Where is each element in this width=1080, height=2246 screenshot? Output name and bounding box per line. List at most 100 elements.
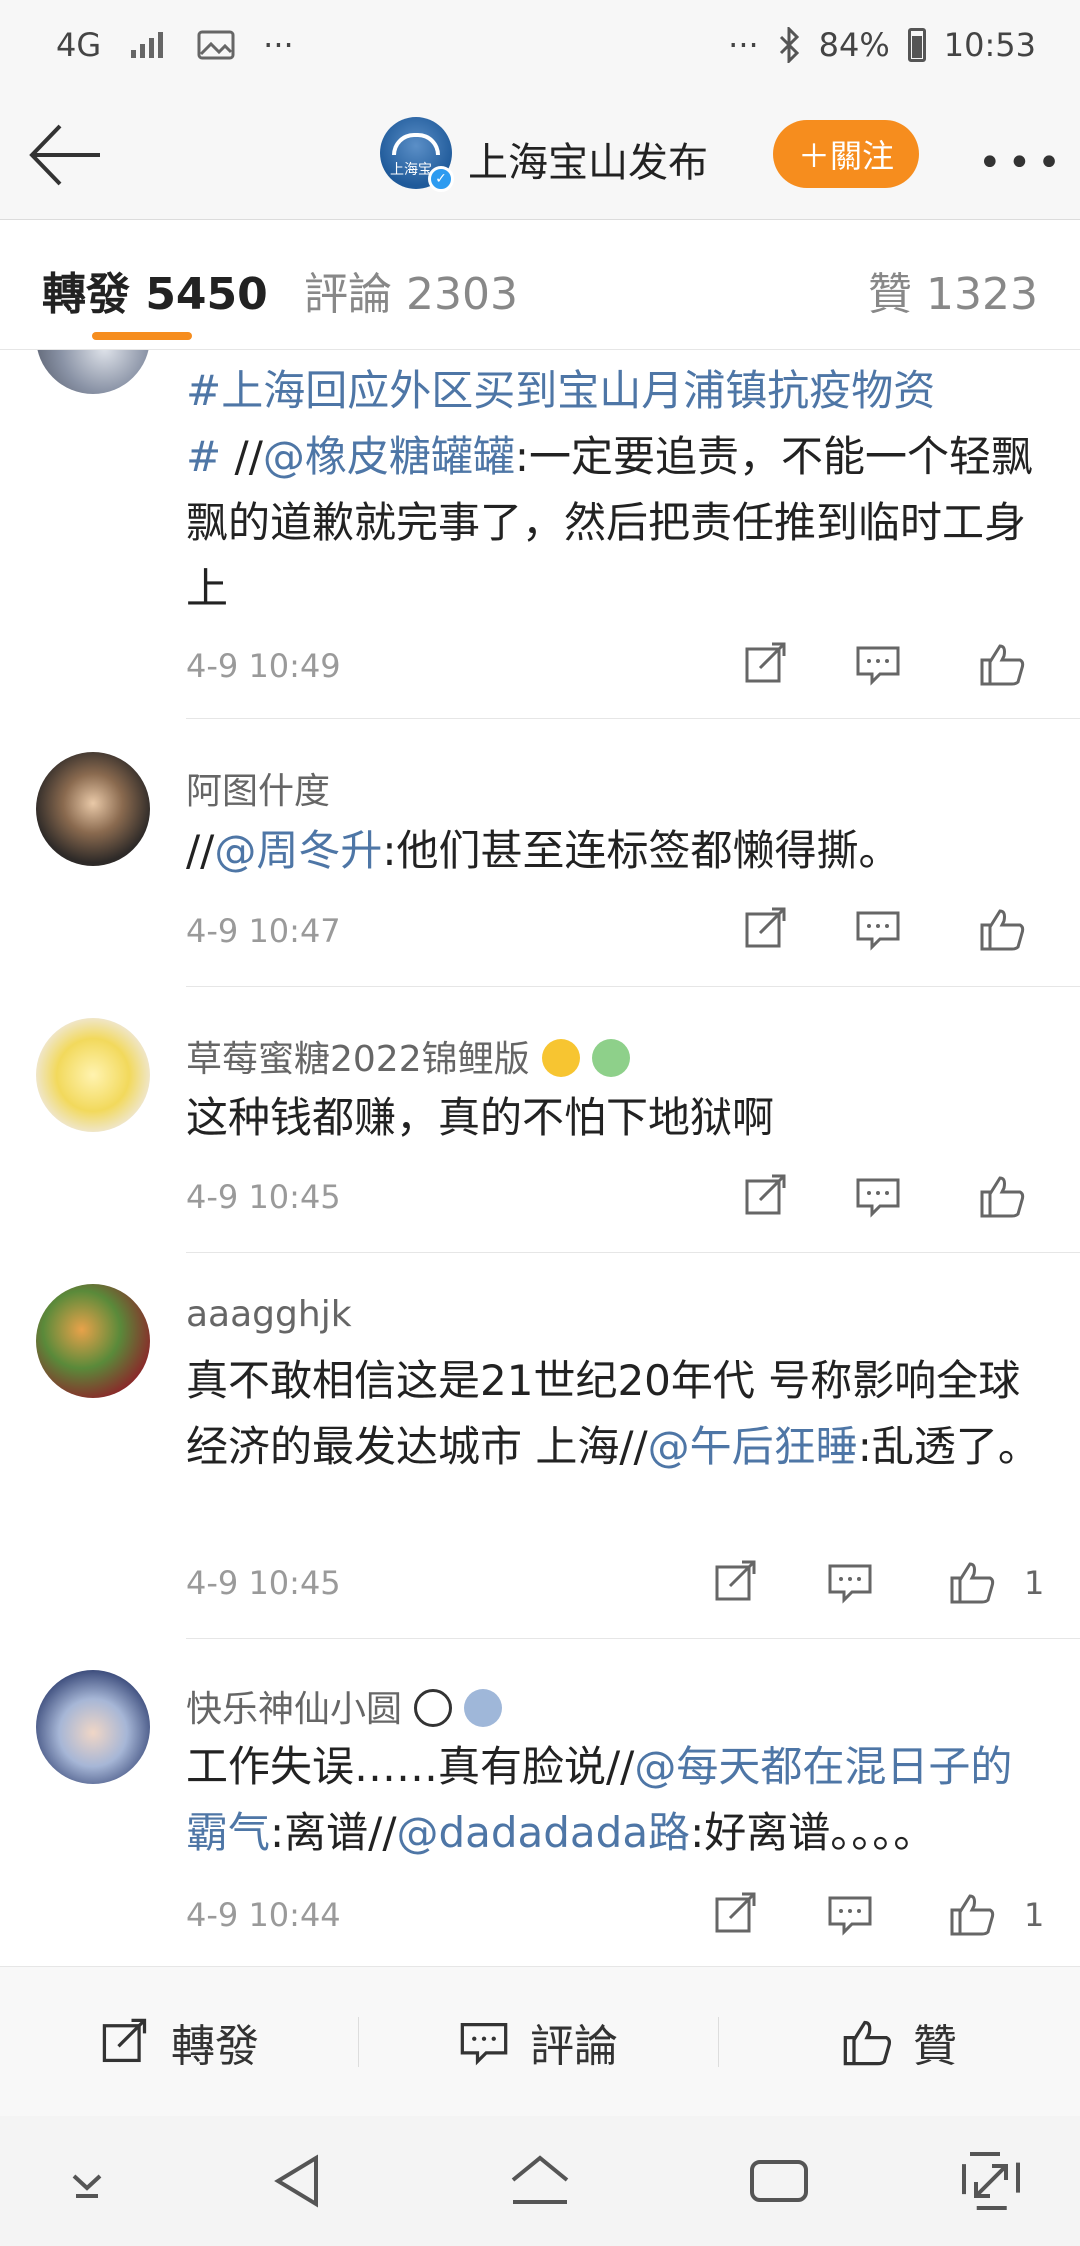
username-text: 快乐神仙小圆 — [186, 1689, 403, 1730]
comment-text-segment: // — [186, 826, 215, 875]
like-icon[interactable] — [978, 905, 1026, 953]
mention-link[interactable]: # — [186, 432, 235, 481]
mention-link[interactable]: @周冬升 — [214, 826, 382, 875]
divider — [186, 718, 1080, 719]
page-title[interactable]: 上海宝山发布 — [468, 130, 708, 188]
timestamp: 4-9 10:49 — [186, 647, 341, 685]
avatar[interactable] — [36, 350, 150, 394]
repost-list[interactable]: #上海回应外区买到宝山月浦镇抗疫物资 # //@橡皮糖罐罐:一定要追责，不能一个轻… — [0, 350, 1080, 1966]
like-icon — [843, 2020, 892, 2066]
like-icon[interactable] — [948, 1558, 996, 1606]
more-icon[interactable]: ••• — [978, 140, 1067, 186]
repost-icon[interactable] — [742, 905, 790, 953]
signal-icon — [131, 32, 164, 58]
battery-percent: 84% — [818, 26, 890, 64]
network-label: 4G — [56, 26, 102, 64]
status-dots-left: ··· — [263, 26, 294, 64]
repost-label: 轉發 — [171, 2021, 259, 2072]
comment-text: 工作失误……真有脸说//@每天都在混日子的霸气:离谱//@dadadada路:好… — [186, 1734, 1046, 1866]
username[interactable]: aaagghjk — [186, 1294, 352, 1335]
like-icon[interactable] — [978, 640, 1026, 688]
panda-badge-icon — [414, 1689, 453, 1727]
like-icon[interactable] — [948, 1890, 996, 1938]
follow-button[interactable]: ＋關注 — [773, 120, 919, 188]
clock: 10:53 — [943, 26, 1036, 64]
comment-text-segment: // — [234, 432, 263, 481]
gallery-icon — [197, 30, 235, 60]
timestamp: 4-9 10:44 — [186, 1896, 341, 1934]
avatar-label: 上海宝 — [390, 162, 432, 178]
timestamp: 4-9 10:45 — [186, 1178, 341, 1216]
timestamp: 4-9 10:45 — [186, 1564, 341, 1602]
like-count: 1 — [1024, 1896, 1045, 1934]
avatar[interactable] — [36, 1018, 150, 1132]
username[interactable]: 快乐神仙小圆 — [186, 1680, 503, 1732]
back-arrow-icon[interactable] — [28, 120, 104, 190]
username[interactable]: 草莓蜜糖2022锦鲤版 — [186, 1030, 630, 1082]
status-dots-right: ··· — [728, 26, 759, 64]
comment-text-segment: // — [619, 1422, 648, 1471]
bluetooth-icon — [779, 27, 799, 63]
mention-link[interactable]: @dadadada路 — [396, 1808, 690, 1857]
like-icon[interactable] — [978, 1172, 1026, 1220]
comment-icon[interactable] — [854, 1172, 902, 1220]
comment-text-segment: :好离谱。。。。 — [690, 1808, 936, 1857]
comment-text: 这种钱都赚，真的不怕下地狱啊 — [186, 1085, 1046, 1151]
comment-icon[interactable] — [854, 905, 902, 953]
username-text: 草莓蜜糖2022锦鲤版 — [186, 1039, 530, 1080]
logo-arc — [392, 133, 440, 155]
comment-text-segment: :他们甚至连标签都懒得撕。 — [382, 826, 901, 875]
timestamp: 4-9 10:47 — [186, 912, 341, 950]
top-header: 上海宝 ✓ 上海宝山发布 ＋關注 ••• — [0, 90, 1080, 220]
comment-text-segment: :离谱// — [270, 1808, 397, 1857]
battery-icon — [907, 28, 926, 62]
comment-icon[interactable] — [826, 1558, 874, 1606]
avatar[interactable] — [36, 752, 150, 866]
tab-comments[interactable]: 評論 2303 — [304, 258, 518, 322]
comment-text-segment: 工作失误……真有脸说// — [186, 1742, 635, 1791]
repost-icon — [102, 2018, 147, 2063]
tab-bar: 轉發 5450 評論 2303 贊 1323 — [0, 220, 1080, 350]
comment-text: //@周冬升:他们甚至连标签都懒得撕。 — [186, 818, 1046, 884]
tab-active-indicator — [92, 332, 192, 340]
comment-icon[interactable] — [826, 1890, 874, 1938]
repost-button[interactable]: 轉發 — [0, 1967, 358, 2117]
comment-icon — [460, 2023, 508, 2066]
repost-icon[interactable] — [712, 1558, 760, 1606]
comment-text: 真不敢相信这是21世纪20年代 号称影响全球经济的最发达城市 上海//@午后狂睡… — [186, 1348, 1046, 1480]
nav-recents-icon[interactable] — [744, 2146, 814, 2216]
verified-badge-icon: ✓ — [428, 166, 454, 192]
comment-text: #上海回应外区买到宝山月浦镇抗疫物资 # //@橡皮糖罐罐:一定要追责，不能一个轻… — [186, 358, 1046, 622]
mention-link[interactable]: #上海回应外区买到宝山月浦镇抗疫物资 — [186, 366, 935, 415]
repost-icon[interactable] — [742, 1172, 790, 1220]
divider — [186, 1252, 1080, 1253]
like-button[interactable]: 贊 — [718, 1967, 1080, 2117]
like-label: 贊 — [913, 2021, 957, 2072]
status-bar: 4G ··· ··· 84% 10:53 — [0, 0, 1080, 90]
status-right: ··· 84% 10:53 — [728, 26, 1036, 64]
nav-home-icon[interactable] — [505, 2146, 575, 2216]
username[interactable]: 阿图什度 — [186, 762, 330, 814]
comment-label: 評論 — [530, 2021, 618, 2072]
mention-link[interactable]: @午后狂睡 — [648, 1422, 858, 1471]
medal-badge-icon — [464, 1689, 503, 1727]
status-left: 4G ··· — [56, 26, 294, 64]
comment-icon[interactable] — [854, 640, 902, 688]
nav-expand-icon[interactable] — [956, 2146, 1026, 2216]
badge-plant-icon — [591, 1039, 630, 1077]
avatar[interactable] — [36, 1284, 150, 1398]
tab-repost[interactable]: 轉發 5450 — [42, 258, 268, 322]
repost-icon[interactable] — [742, 640, 790, 688]
repost-icon[interactable] — [712, 1890, 760, 1938]
nav-down-icon[interactable] — [52, 2146, 122, 2216]
divider — [186, 986, 1080, 987]
comment-text-segment: 这种钱都赚，真的不怕下地狱啊 — [186, 1093, 775, 1142]
bottom-action-bar: 轉發 評論 贊 — [0, 1966, 1080, 2116]
divider — [186, 1638, 1080, 1639]
tab-likes[interactable]: 贊 1323 — [868, 258, 1038, 322]
mention-link[interactable]: @橡皮糖罐罐 — [263, 432, 515, 481]
comment-button[interactable]: 評論 — [358, 1967, 718, 2117]
comment-text-segment: :乱透了。 — [857, 1422, 1040, 1471]
avatar[interactable] — [36, 1670, 150, 1784]
nav-back-icon[interactable] — [264, 2146, 334, 2216]
